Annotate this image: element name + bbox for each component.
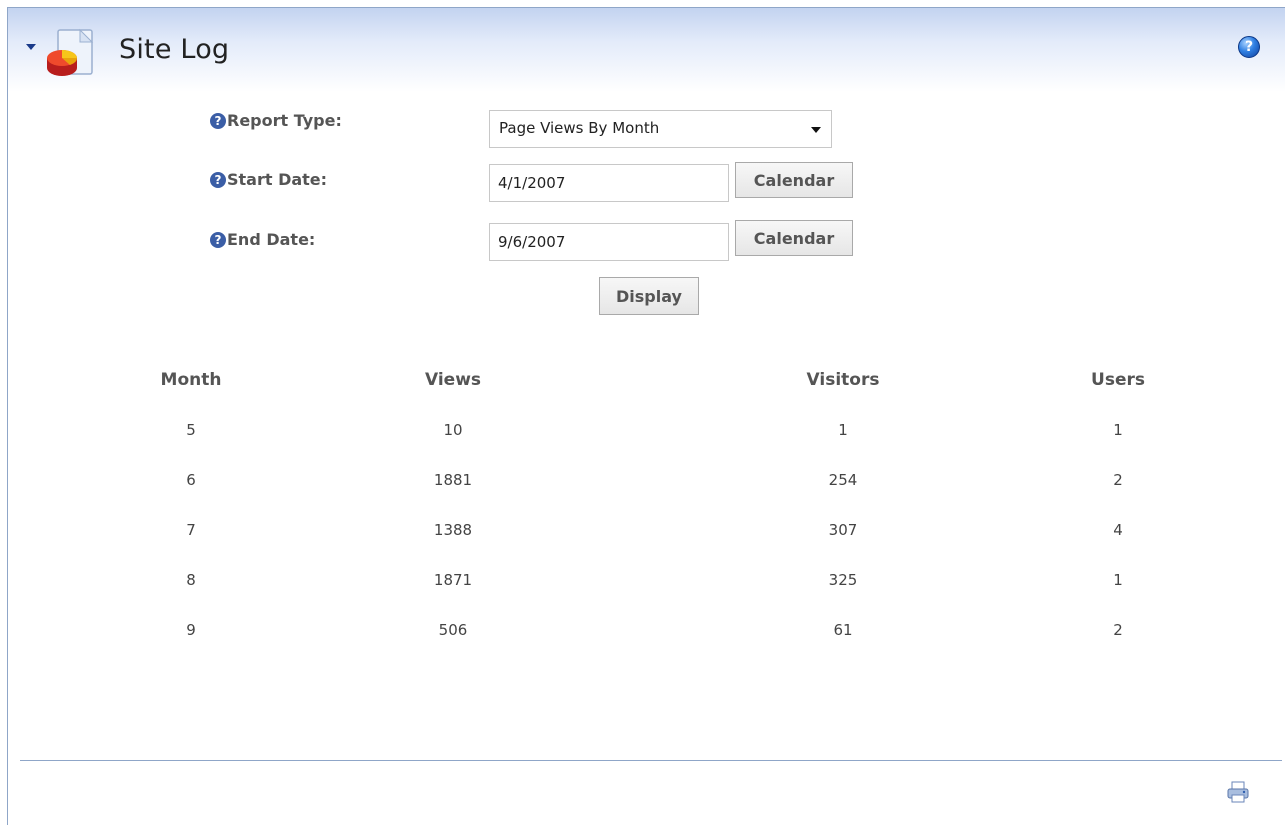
help-icon[interactable]: ? <box>210 171 226 188</box>
table-cell-users: 1 <box>1113 571 1123 589</box>
end-date-input[interactable]: 9/6/2007 <box>489 223 729 261</box>
table-cell-views: 1881 <box>433 471 473 489</box>
page-title: Site Log <box>119 34 230 65</box>
chevron-down-icon <box>811 127 821 133</box>
table-cell-users: 1 <box>1113 421 1123 439</box>
table-cell-views: 1388 <box>433 521 473 539</box>
report-type-value: Page Views By Month <box>499 119 660 137</box>
table-cell-month: 7 <box>186 521 196 539</box>
pie-chart-document-icon <box>47 28 94 76</box>
print-icon[interactable] <box>1225 779 1251 805</box>
footer-divider <box>20 760 1282 761</box>
end-date-label: ? End Date: <box>210 230 315 249</box>
column-header-visitors: Visitors <box>806 370 880 390</box>
help-icon[interactable]: ? <box>210 231 226 248</box>
column-header-users: Users <box>1091 370 1145 390</box>
report-type-label-text: Report Type: <box>227 111 342 130</box>
table-cell-views: 506 <box>438 621 468 639</box>
help-icon[interactable]: ? <box>210 112 226 129</box>
column-header-month: Month <box>160 370 222 390</box>
table-cell-month: 9 <box>186 621 196 639</box>
help-icon[interactable]: ? <box>1238 36 1260 58</box>
start-date-input[interactable]: 4/1/2007 <box>489 164 729 202</box>
end-calendar-button[interactable]: Calendar <box>735 220 853 256</box>
table-cell-visitors: 254 <box>828 471 858 489</box>
table-cell-visitors: 1 <box>838 421 848 439</box>
table-cell-views: 10 <box>443 421 463 439</box>
table-cell-users: 2 <box>1113 621 1123 639</box>
table-cell-month: 5 <box>186 421 196 439</box>
start-date-label-text: Start Date: <box>227 170 328 189</box>
table-cell-month: 8 <box>186 571 196 589</box>
end-date-value: 9/6/2007 <box>498 233 566 251</box>
table-cell-views: 1871 <box>433 571 473 589</box>
table-cell-visitors: 307 <box>828 521 858 539</box>
column-header-views: Views <box>424 370 482 390</box>
report-type-select[interactable]: Page Views By Month <box>489 110 832 148</box>
table-cell-month: 6 <box>186 471 196 489</box>
table-cell-users: 2 <box>1113 471 1123 489</box>
start-calendar-button[interactable]: Calendar <box>735 162 853 198</box>
start-date-label: ? Start Date: <box>210 170 327 189</box>
table-cell-visitors: 61 <box>833 621 853 639</box>
report-type-label: ? Report Type: <box>210 111 342 130</box>
table-cell-users: 4 <box>1113 521 1123 539</box>
chevron-down-icon[interactable] <box>26 44 36 50</box>
display-button[interactable]: Display <box>599 277 699 315</box>
start-date-value: 4/1/2007 <box>498 174 566 192</box>
end-date-label-text: End Date: <box>227 230 316 249</box>
table-cell-visitors: 325 <box>828 571 858 589</box>
